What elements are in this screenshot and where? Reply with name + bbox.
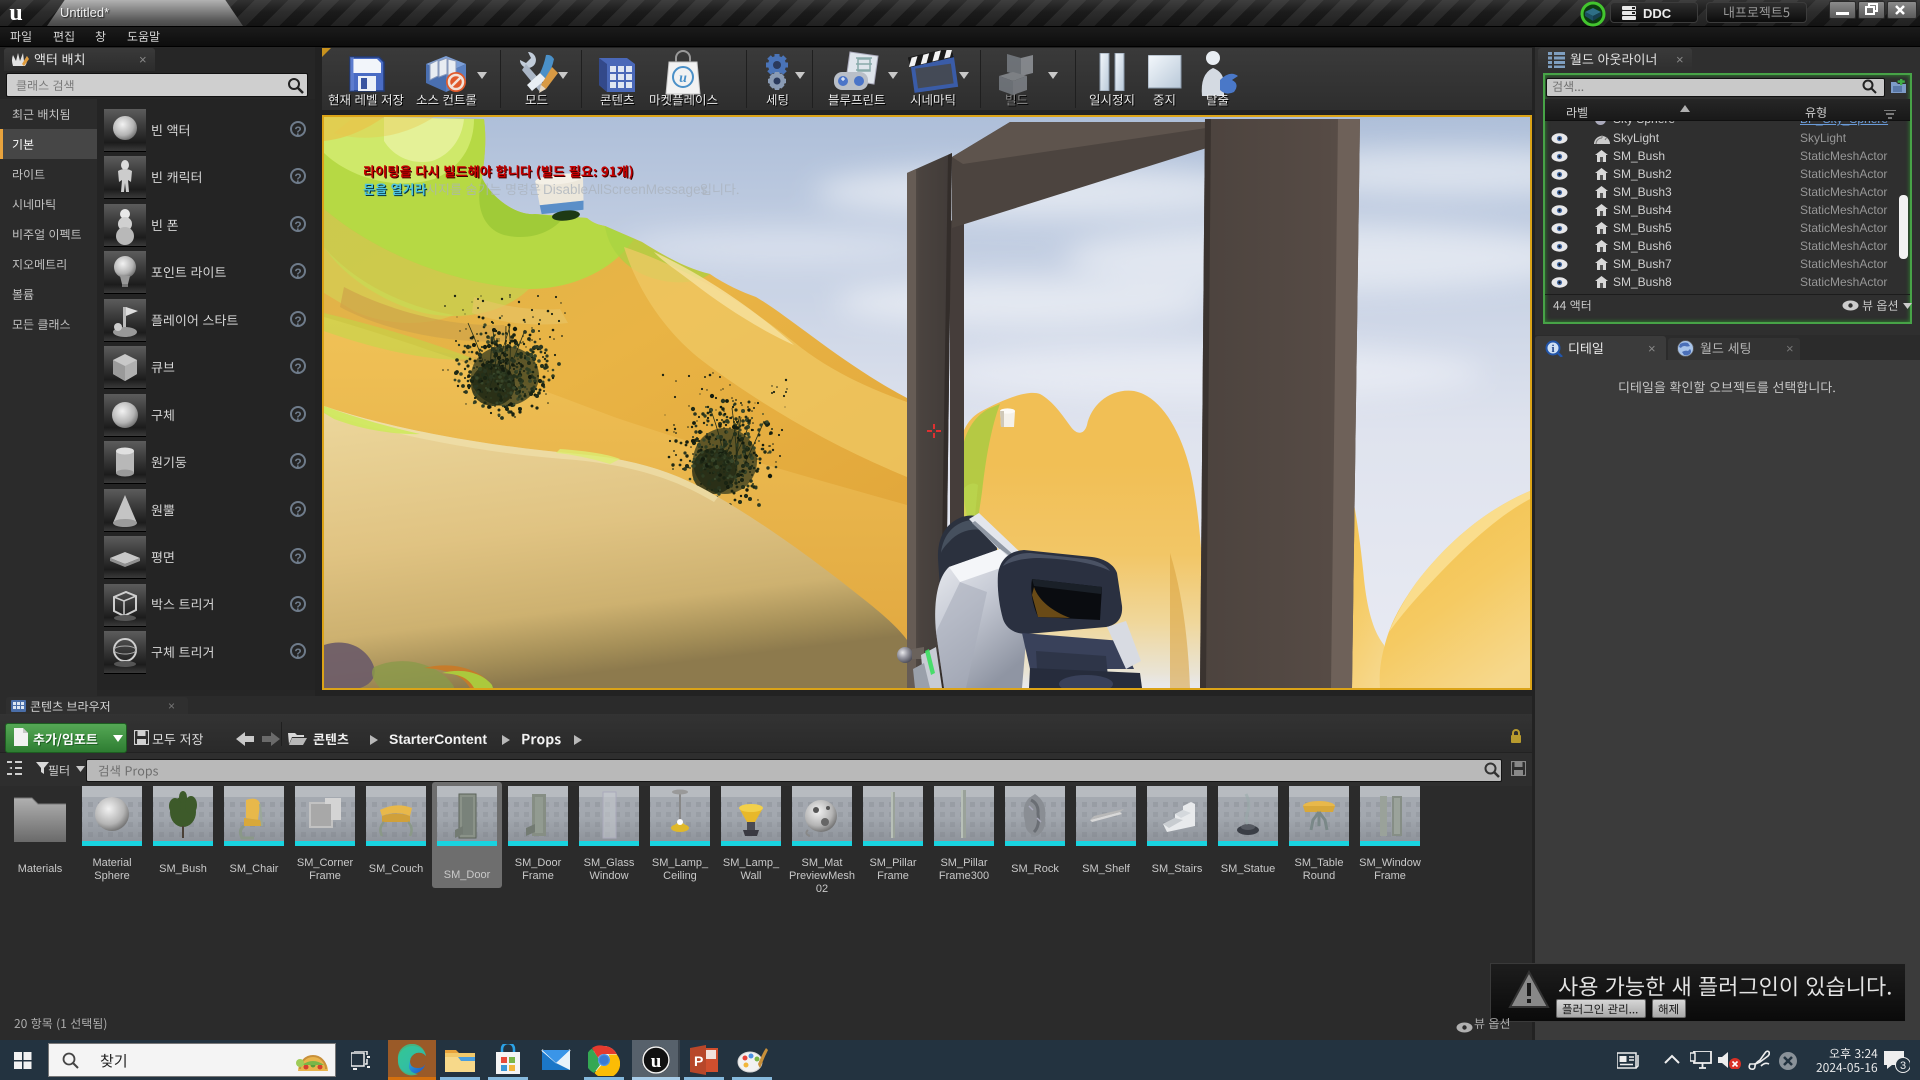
svg-text:P: P	[694, 1053, 703, 1069]
svg-text:3: 3	[1900, 1060, 1906, 1072]
svg-text:u: u	[651, 1051, 662, 1072]
svg-text:i: i	[1551, 343, 1554, 355]
svg-text:u: u	[679, 71, 687, 86]
